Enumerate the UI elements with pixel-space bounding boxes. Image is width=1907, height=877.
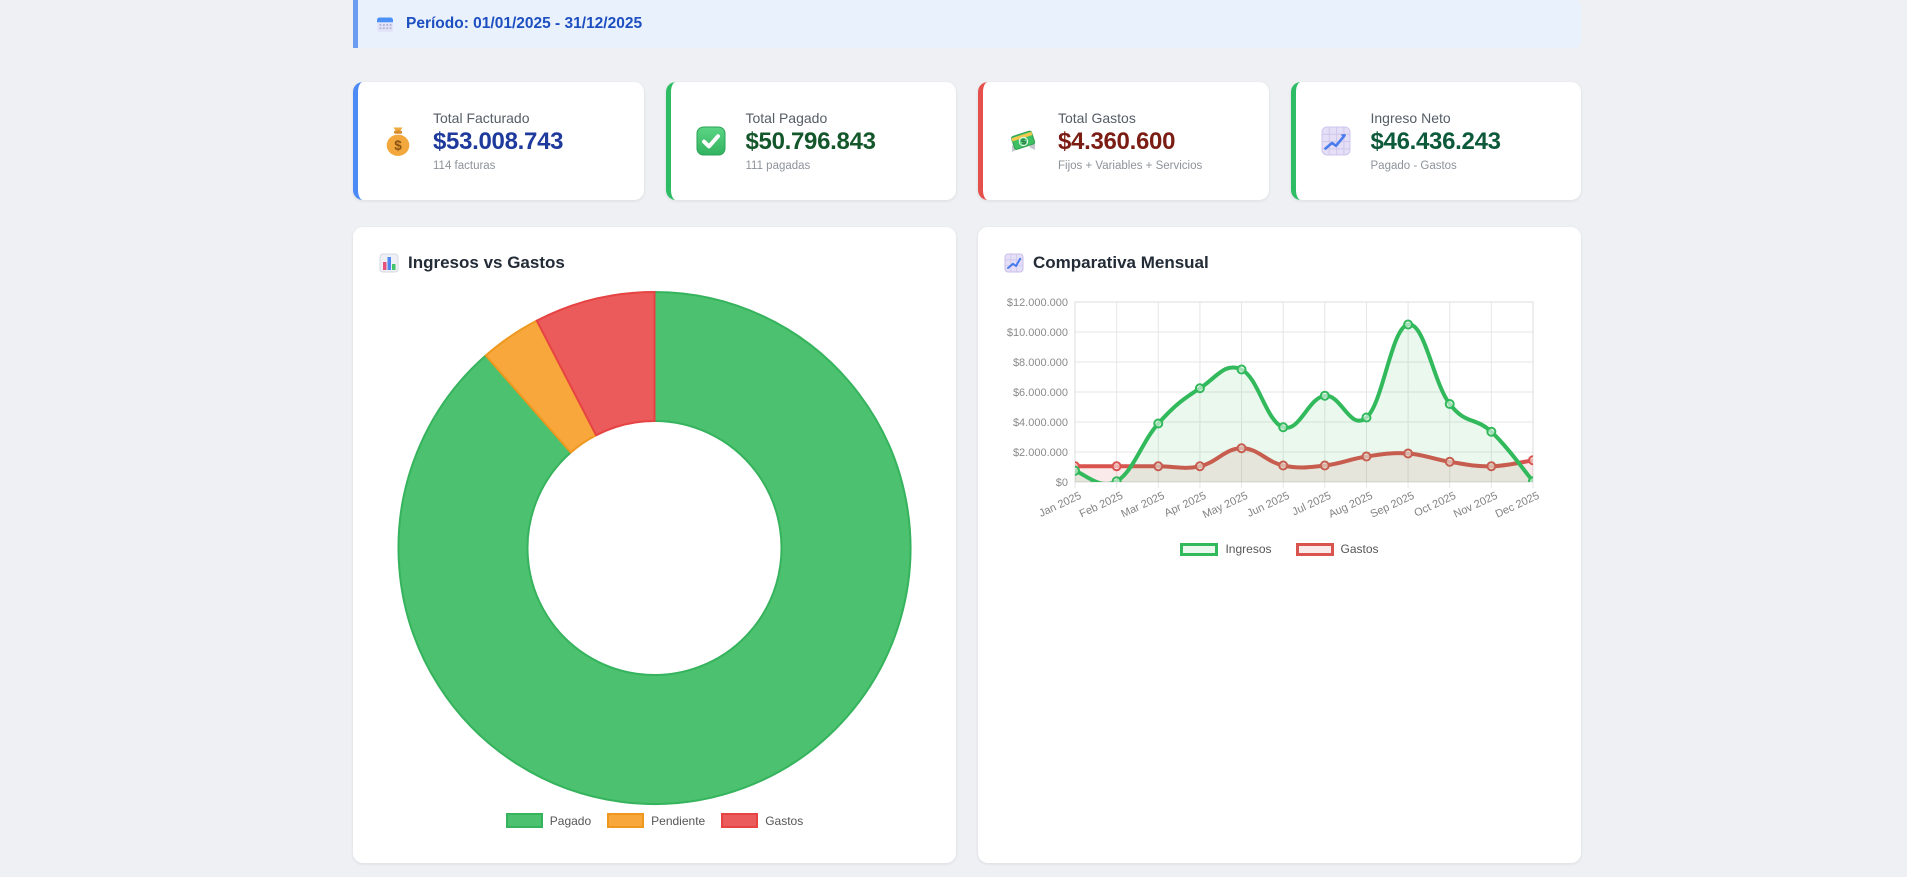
line-series-ingresos[interactable] bbox=[1071, 321, 1537, 486]
card-value: $50.796.843 bbox=[746, 128, 876, 156]
svg-text:Feb 2025: Feb 2025 bbox=[1078, 490, 1125, 521]
donut-chart-title-text: Ingresos vs Gastos bbox=[408, 253, 565, 273]
card-text: Total Pagado $50.796.843 111 pagadas bbox=[746, 110, 876, 172]
legend-label: Ingresos bbox=[1225, 542, 1271, 556]
svg-text:$4.000.000: $4.000.000 bbox=[1013, 417, 1068, 429]
card-total-gastos: $ Total Gastos $4.360.600 Fijos + Variab… bbox=[978, 82, 1269, 200]
card-total-pagado: Total Pagado $50.796.843 111 pagadas bbox=[666, 82, 957, 200]
svg-text:Sep 2025: Sep 2025 bbox=[1369, 490, 1417, 521]
y-axis-labels: $0 $2.000.000 $4.000.000 $6.000.000 $8.000.0… bbox=[1007, 297, 1068, 489]
donut-legend: Pagado Pendiente Gastos bbox=[353, 813, 956, 828]
card-value: $4.360.600 bbox=[1058, 128, 1202, 156]
card-value: $46.436.243 bbox=[1371, 128, 1501, 156]
card-sub: Pagado - Gastos bbox=[1371, 160, 1501, 172]
check-icon bbox=[693, 123, 729, 159]
stat-cards-row: $ Total Facturado $53.008.743 114 factur… bbox=[353, 82, 1581, 200]
donut-chart-svg[interactable] bbox=[353, 290, 956, 806]
card-sub: 111 pagadas bbox=[746, 160, 876, 172]
line-chart-svg[interactable]: $0 $2.000.000 $4.000.000 $6.000.000 $8.000.0… bbox=[978, 280, 1581, 570]
line-legend-item-ingresos[interactable]: Ingresos bbox=[1180, 542, 1271, 556]
card-label: Total Facturado bbox=[433, 110, 563, 126]
legend-label: Pagado bbox=[550, 814, 591, 828]
card-label: Total Pagado bbox=[746, 110, 876, 126]
line-chart-icon bbox=[1004, 253, 1024, 273]
line-chart-card: Comparativa Mensual $0 $2.000.000 $4.000.0… bbox=[978, 227, 1581, 863]
svg-text:Dec 2025: Dec 2025 bbox=[1494, 490, 1542, 521]
line-chart-legend: Ingresos Gastos bbox=[978, 542, 1581, 556]
card-text: Total Gastos $4.360.600 Fijos + Variable… bbox=[1058, 110, 1202, 172]
svg-text:Jan 2025: Jan 2025 bbox=[1037, 490, 1083, 520]
svg-text:Jun 2025: Jun 2025 bbox=[1245, 490, 1291, 520]
period-banner: Período: 01/01/2025 - 31/12/2025 bbox=[353, 0, 1581, 48]
card-sub: 114 facturas bbox=[433, 160, 563, 172]
svg-text:Aug 2025: Aug 2025 bbox=[1327, 490, 1375, 521]
bar-chart-icon bbox=[379, 253, 399, 273]
chart-up-icon bbox=[1318, 123, 1354, 159]
flying-money-icon: $ bbox=[1005, 123, 1041, 159]
donut-legend-item-pagado[interactable]: Pagado bbox=[506, 813, 591, 828]
svg-text:Nov 2025: Nov 2025 bbox=[1452, 490, 1500, 521]
donut-chart-title: Ingresos vs Gastos bbox=[353, 227, 956, 273]
charts-row: Ingresos vs Gastos Pagado Pendiente Gastos… bbox=[353, 227, 1581, 863]
svg-text:$: $ bbox=[394, 138, 402, 153]
dashboard: Período: 01/01/2025 - 31/12/2025 $ Total… bbox=[353, 0, 1581, 863]
svg-text:$12.000.000: $12.000.000 bbox=[1007, 297, 1068, 309]
card-label: Ingreso Neto bbox=[1371, 110, 1501, 126]
svg-text:$8.000.000: $8.000.000 bbox=[1013, 357, 1068, 369]
card-text: Ingreso Neto $46.436.243 Pagado - Gastos bbox=[1371, 110, 1501, 172]
legend-label: Pendiente bbox=[651, 814, 705, 828]
line-legend-item-gastos[interactable]: Gastos bbox=[1296, 542, 1379, 556]
donut-chart-card: Ingresos vs Gastos Pagado Pendiente Gastos bbox=[353, 227, 956, 863]
svg-text:Jul 2025: Jul 2025 bbox=[1290, 490, 1333, 518]
svg-text:$6.000.000: $6.000.000 bbox=[1013, 387, 1068, 399]
svg-text:$10.000.000: $10.000.000 bbox=[1007, 327, 1068, 339]
donut-legend-item-pendiente[interactable]: Pendiente bbox=[607, 813, 705, 828]
svg-text:Apr 2025: Apr 2025 bbox=[1163, 490, 1209, 520]
legend-swatch bbox=[1296, 543, 1334, 556]
legend-swatch bbox=[1180, 543, 1218, 556]
legend-label: Gastos bbox=[1341, 542, 1379, 556]
card-total-facturado: $ Total Facturado $53.008.743 114 factur… bbox=[353, 82, 644, 200]
line-chart-title: Comparativa Mensual bbox=[978, 227, 1581, 273]
legend-label: Gastos bbox=[765, 814, 803, 828]
svg-text:$2.000.000: $2.000.000 bbox=[1013, 447, 1068, 459]
card-text: Total Facturado $53.008.743 114 facturas bbox=[433, 110, 563, 172]
legend-swatch bbox=[506, 813, 543, 828]
donut-legend-item-gastos[interactable]: Gastos bbox=[721, 813, 803, 828]
line-chart-title-text: Comparativa Mensual bbox=[1033, 253, 1209, 273]
card-sub: Fijos + Variables + Servicios bbox=[1058, 160, 1202, 172]
calendar-icon bbox=[375, 14, 395, 34]
svg-text:Oct 2025: Oct 2025 bbox=[1412, 490, 1458, 520]
card-label: Total Gastos bbox=[1058, 110, 1202, 126]
money-bag-icon: $ bbox=[380, 123, 416, 159]
x-axis-labels: Jan 2025Feb 2025Mar 2025Apr 2025May 2025… bbox=[1037, 490, 1541, 521]
svg-text:May 2025: May 2025 bbox=[1201, 490, 1250, 521]
legend-swatch bbox=[607, 813, 644, 828]
svg-text:$0: $0 bbox=[1056, 477, 1068, 489]
period-text: Período: 01/01/2025 - 31/12/2025 bbox=[406, 15, 642, 33]
card-ingreso-neto: Ingreso Neto $46.436.243 Pagado - Gastos bbox=[1291, 82, 1582, 200]
card-value: $53.008.743 bbox=[433, 128, 563, 156]
svg-text:Mar 2025: Mar 2025 bbox=[1119, 490, 1166, 521]
legend-swatch bbox=[721, 813, 758, 828]
